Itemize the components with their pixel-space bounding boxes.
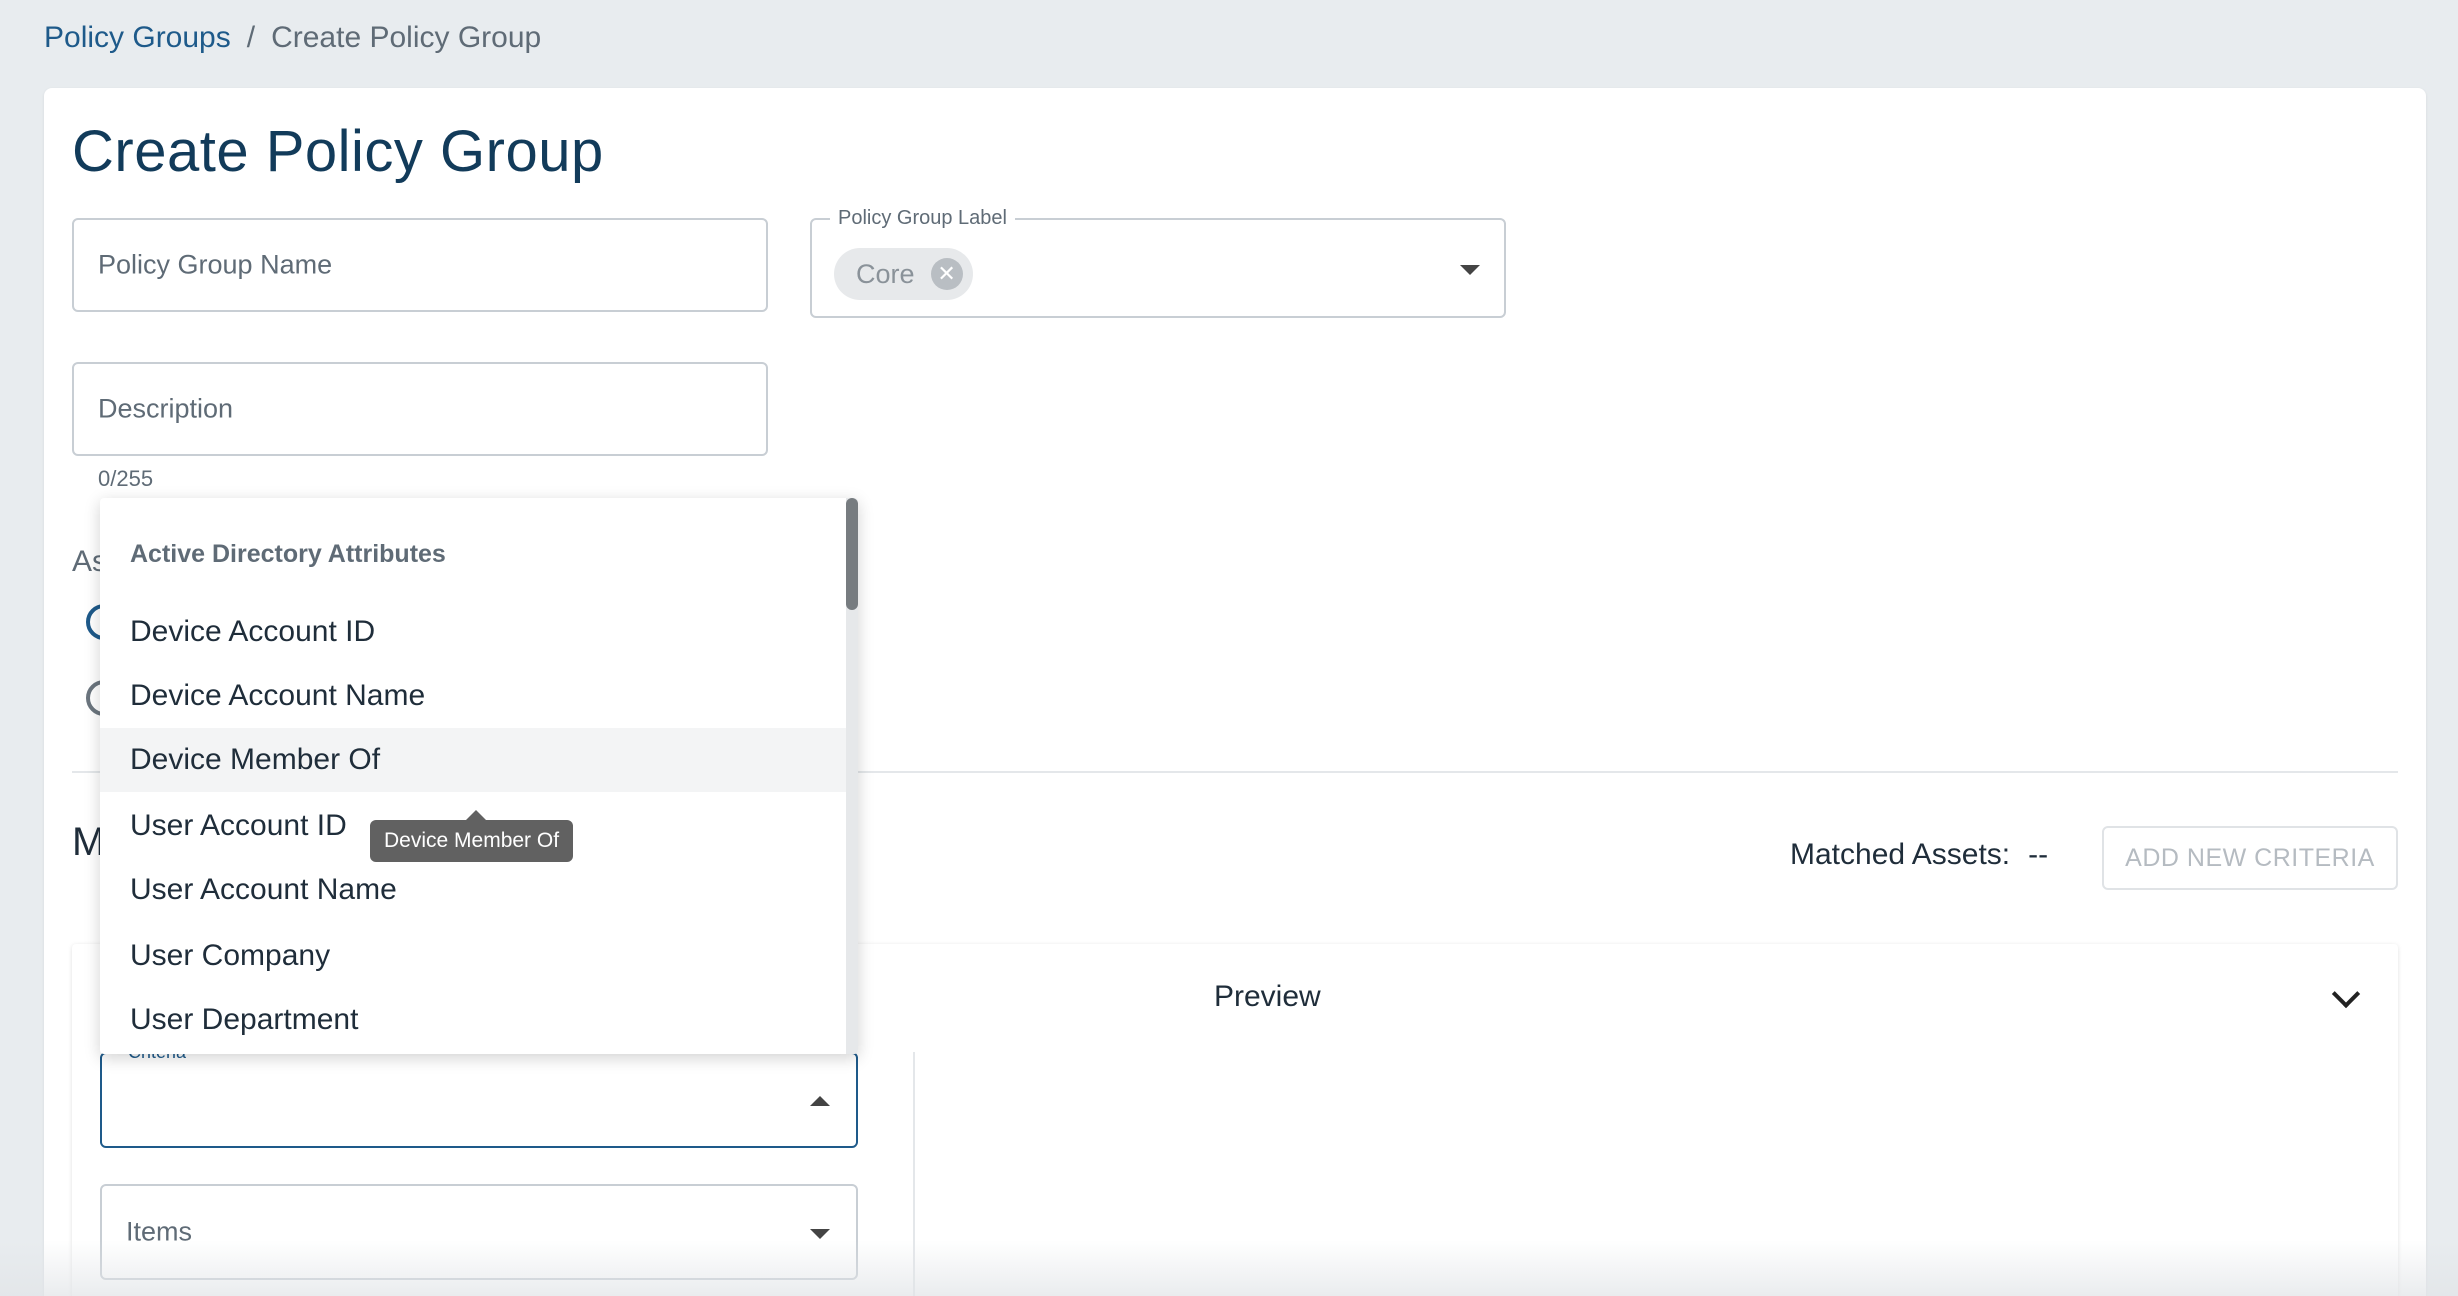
label-chip-core: Core ✕ (834, 248, 973, 300)
tooltip: Device Member Of (370, 810, 574, 862)
criteria-dropdown-menu: Active Directory Attributes Device Accou… (100, 498, 858, 1054)
menu-item-user-account-name[interactable]: User Account Name (100, 858, 846, 922)
policy-group-label-label: Policy Group Label (830, 207, 1015, 230)
dropdown-arrow-icon[interactable] (1460, 265, 1480, 275)
criteria-select[interactable]: Criteria (100, 1042, 858, 1148)
chip-label: Core (856, 258, 915, 289)
description-input[interactable]: Description (72, 362, 768, 456)
chip-remove-icon[interactable]: ✕ (930, 258, 963, 290)
menu-item-device-member-of[interactable]: Device Member Of (100, 728, 846, 792)
menu-scrollbar-track[interactable] (846, 498, 858, 1054)
breadcrumb-separator: / (246, 21, 256, 54)
chevron-up-icon[interactable] (810, 1096, 830, 1106)
page-title: Create Policy Group (72, 119, 604, 184)
menu-item-user-company[interactable]: User Company (100, 924, 846, 988)
policy-group-label-select[interactable]: Policy Group Label Core ✕ (810, 207, 1506, 318)
matched-assets-value: -- (2028, 838, 2049, 871)
description-char-counter: 0/255 (98, 466, 154, 491)
bottom-shadow (0, 1240, 2458, 1296)
breadcrumb: Policy Groups / Create Policy Group (44, 18, 541, 58)
policy-group-name-input[interactable]: Policy Group Name (72, 218, 768, 312)
matched-assets-label: Matched Assets: (1790, 838, 2011, 871)
menu-item-user-department[interactable]: User Department (100, 988, 846, 1052)
breadcrumb-link-policy-groups[interactable]: Policy Groups (44, 18, 231, 58)
policy-group-name-placeholder: Policy Group Name (98, 249, 333, 280)
menu-item-device-account-name[interactable]: Device Account Name (100, 664, 846, 728)
menu-item-device-account-id[interactable]: Device Account ID (100, 600, 846, 664)
matched-assets: Matched Assets: -- (1790, 838, 2048, 872)
menu-group-header: Active Directory Attributes (130, 540, 446, 568)
preview-label: Preview (1214, 980, 1321, 1013)
description-placeholder: Description (98, 393, 234, 424)
breadcrumb-current: Create Policy Group (271, 21, 542, 54)
dropdown-arrow-icon[interactable] (810, 1229, 830, 1239)
menu-scrollbar-thumb[interactable] (846, 498, 858, 610)
add-new-criteria-button[interactable]: ADD NEW CRITERIA (2102, 826, 2398, 890)
